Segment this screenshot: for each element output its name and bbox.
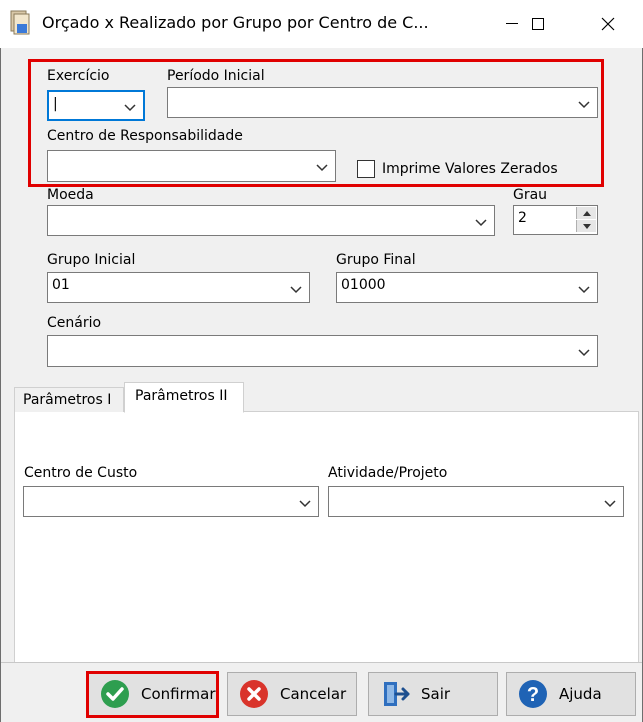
chevron-down-icon bbox=[123, 101, 137, 111]
atividade-label: Atividade/Projeto bbox=[328, 465, 448, 481]
periodo-inicial-label: Período Inicial bbox=[167, 68, 265, 84]
chevron-down-icon bbox=[474, 216, 488, 226]
chevron-down-icon bbox=[289, 283, 303, 293]
svg-text:?: ? bbox=[527, 684, 539, 706]
x-circle-icon bbox=[238, 678, 270, 710]
grupo-inicial-value: 01 bbox=[52, 277, 70, 293]
chevron-down-icon bbox=[603, 497, 617, 507]
grau-label-text: Grau bbox=[513, 187, 548, 203]
sair-button[interactable]: Sair bbox=[368, 672, 498, 716]
tab-parametros-ii-label: Parâmetros II bbox=[135, 388, 228, 404]
exercicio-label: Exercício bbox=[47, 68, 110, 84]
tab-parametros-i-label: Parâmetros I bbox=[23, 392, 112, 408]
grau-value: 2 bbox=[518, 210, 527, 226]
spin-down-icon[interactable] bbox=[576, 220, 596, 232]
centro-resp-label: Centro de Responsabilidade bbox=[47, 128, 243, 144]
tab-parametros-ii[interactable]: Parâmetros II bbox=[124, 382, 244, 413]
centro-resp-select[interactable] bbox=[47, 150, 336, 182]
imprime-zerados-checkbox[interactable] bbox=[357, 160, 375, 178]
spin-up-icon[interactable] bbox=[576, 207, 596, 219]
chevron-down-icon bbox=[577, 98, 591, 108]
confirm-highlight-box bbox=[86, 671, 219, 718]
atividade-select[interactable] bbox=[328, 486, 624, 517]
imprime-zerados-label[interactable]: Imprime Valores Zerados bbox=[382, 161, 558, 177]
question-circle-icon: ? bbox=[517, 678, 549, 710]
moeda-select[interactable] bbox=[47, 205, 495, 236]
tab-page-parametros-ii bbox=[14, 411, 639, 663]
close-button[interactable] bbox=[583, 0, 633, 48]
cancelar-button[interactable]: Cancelar bbox=[227, 672, 357, 716]
maximize-button[interactable] bbox=[513, 0, 563, 48]
centro-custo-select[interactable] bbox=[23, 486, 319, 517]
tab-parametros-i[interactable]: Parâmetros I bbox=[14, 387, 124, 412]
periodo-inicial-select[interactable] bbox=[167, 87, 598, 118]
grupo-final-label: Grupo Final bbox=[336, 252, 416, 268]
grupo-inicial-label: Grupo Inicial bbox=[47, 252, 136, 268]
chevron-down-icon bbox=[315, 161, 329, 172]
ajuda-label: Ajuda bbox=[559, 685, 602, 703]
cancelar-label: Cancelar bbox=[280, 685, 347, 703]
window-title: Orçado x Realizado por Grupo por Centro … bbox=[42, 13, 429, 32]
chevron-down-icon bbox=[577, 283, 591, 293]
moeda-label: Moeda bbox=[47, 187, 94, 203]
grupo-final-select[interactable]: 01000 bbox=[336, 272, 598, 303]
exercicio-value: | bbox=[53, 96, 58, 112]
cenario-label: Cenário bbox=[47, 315, 102, 331]
chevron-down-icon bbox=[577, 346, 591, 357]
grupo-final-value: 01000 bbox=[341, 277, 386, 293]
centro-custo-label: Centro de Custo bbox=[24, 465, 138, 481]
report-document-icon[interactable] bbox=[8, 10, 32, 36]
title-bar: Orçado x Realizado por Grupo por Centro … bbox=[0, 0, 643, 48]
sair-label: Sair bbox=[421, 685, 451, 703]
door-exit-icon bbox=[379, 678, 411, 710]
exercicio-select[interactable]: | bbox=[47, 90, 145, 121]
chevron-down-icon bbox=[298, 497, 312, 507]
cenario-select[interactable] bbox=[47, 335, 598, 367]
grau-label: Grau bbox=[513, 187, 547, 203]
grau-spinner[interactable]: 2 bbox=[513, 205, 598, 235]
grupo-inicial-select[interactable]: 01 bbox=[47, 272, 310, 303]
ajuda-button[interactable]: ? Ajuda bbox=[506, 672, 636, 716]
